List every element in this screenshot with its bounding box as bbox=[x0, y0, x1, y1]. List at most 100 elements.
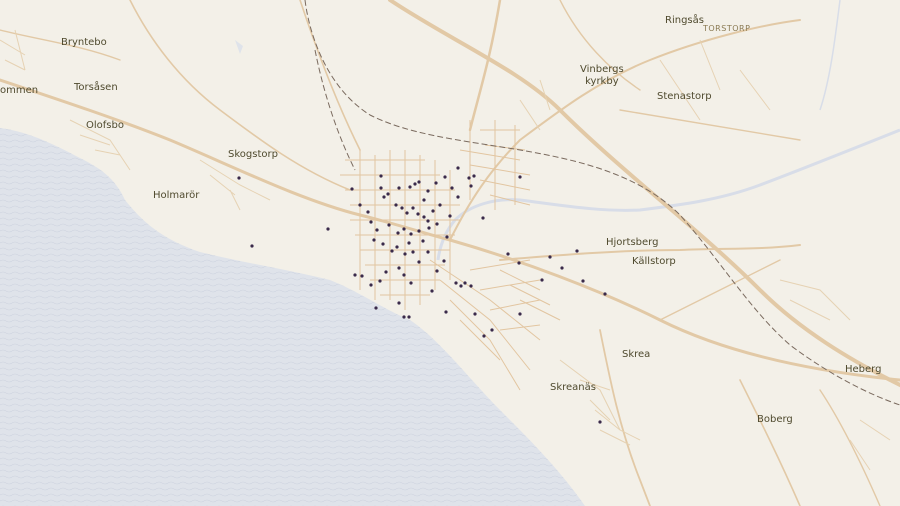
poi-marker[interactable] bbox=[378, 279, 382, 283]
poi-marker[interactable] bbox=[350, 187, 354, 191]
poi-marker[interactable] bbox=[426, 219, 430, 223]
poi-marker[interactable] bbox=[375, 228, 379, 232]
poi-marker[interactable] bbox=[407, 315, 411, 319]
poi-marker[interactable] bbox=[454, 281, 458, 285]
poi-marker[interactable] bbox=[482, 334, 486, 338]
poi-marker[interactable] bbox=[435, 269, 439, 273]
poi-marker[interactable] bbox=[250, 244, 254, 248]
poi-marker[interactable] bbox=[402, 227, 406, 231]
poi-marker[interactable] bbox=[369, 220, 373, 224]
place-label-skogstorp[interactable]: Skogstorp bbox=[228, 149, 278, 161]
poi-marker[interactable] bbox=[427, 226, 431, 230]
place-label-ringsas[interactable]: Ringsås bbox=[665, 15, 704, 27]
poi-marker[interactable] bbox=[438, 203, 442, 207]
poi-marker[interactable] bbox=[421, 239, 425, 243]
place-label-torsasen[interactable]: Torsåsen bbox=[74, 82, 118, 94]
poi-marker[interactable] bbox=[430, 289, 434, 293]
place-label-olofsbo[interactable]: Olofsbo bbox=[86, 120, 124, 132]
poi-marker[interactable] bbox=[326, 227, 330, 231]
poi-marker[interactable] bbox=[490, 328, 494, 332]
poi-marker[interactable] bbox=[408, 185, 412, 189]
poi-marker[interactable] bbox=[442, 259, 446, 263]
poi-marker[interactable] bbox=[417, 229, 421, 233]
poi-marker[interactable] bbox=[575, 249, 579, 253]
poi-marker[interactable] bbox=[445, 235, 449, 239]
poi-marker[interactable] bbox=[581, 279, 585, 283]
poi-marker[interactable] bbox=[358, 203, 362, 207]
poi-marker[interactable] bbox=[402, 273, 406, 277]
poi-marker[interactable] bbox=[396, 231, 400, 235]
poi-marker[interactable] bbox=[435, 222, 439, 226]
poi-marker[interactable] bbox=[517, 261, 521, 265]
poi-marker[interactable] bbox=[403, 252, 407, 256]
poi-marker[interactable] bbox=[422, 198, 426, 202]
poi-marker[interactable] bbox=[353, 273, 357, 277]
poi-marker[interactable] bbox=[369, 283, 373, 287]
poi-marker[interactable] bbox=[548, 255, 552, 259]
poi-marker[interactable] bbox=[540, 278, 544, 282]
poi-marker[interactable] bbox=[379, 186, 383, 190]
poi-marker[interactable] bbox=[560, 266, 564, 270]
poi-marker[interactable] bbox=[386, 192, 390, 196]
poi-marker[interactable] bbox=[382, 195, 386, 199]
poi-marker[interactable] bbox=[598, 420, 602, 424]
poi-marker[interactable] bbox=[467, 176, 471, 180]
place-label-ommen[interactable]: ommen bbox=[0, 85, 38, 97]
poi-marker[interactable] bbox=[411, 250, 415, 254]
poi-marker[interactable] bbox=[397, 301, 401, 305]
poi-marker[interactable] bbox=[379, 174, 383, 178]
poi-marker[interactable] bbox=[384, 270, 388, 274]
place-label-skreanas[interactable]: Skreanäs bbox=[550, 382, 596, 394]
poi-marker[interactable] bbox=[472, 174, 476, 178]
poi-marker[interactable] bbox=[400, 206, 404, 210]
poi-marker[interactable] bbox=[469, 184, 473, 188]
poi-marker[interactable] bbox=[411, 206, 415, 210]
poi-marker[interactable] bbox=[394, 203, 398, 207]
place-label-skrea[interactable]: Skrea bbox=[622, 349, 650, 361]
poi-marker[interactable] bbox=[413, 182, 417, 186]
place-label-vinbergs-kyrkby[interactable]: Vinbergs kyrkby bbox=[580, 64, 624, 88]
poi-marker[interactable] bbox=[518, 175, 522, 179]
map-canvas[interactable]: Bryntebo ommen Torsåsen Olofsbo Skogstor… bbox=[0, 0, 900, 506]
place-label-boberg[interactable]: Boberg bbox=[757, 414, 793, 426]
poi-marker[interactable] bbox=[422, 215, 426, 219]
poi-marker[interactable] bbox=[397, 186, 401, 190]
poi-marker[interactable] bbox=[426, 189, 430, 193]
poi-marker[interactable] bbox=[360, 274, 364, 278]
place-label-hjortsberg[interactable]: Hjortsberg bbox=[606, 237, 658, 249]
place-label-torstorp[interactable]: TORSTORP bbox=[703, 23, 750, 35]
poi-marker[interactable] bbox=[444, 310, 448, 314]
poi-marker[interactable] bbox=[469, 284, 473, 288]
place-label-holmaror[interactable]: Holmarör bbox=[153, 190, 199, 202]
poi-marker[interactable] bbox=[374, 306, 378, 310]
poi-marker[interactable] bbox=[409, 281, 413, 285]
place-label-kallstorp[interactable]: Källstorp bbox=[632, 256, 676, 268]
poi-marker[interactable] bbox=[431, 209, 435, 213]
poi-marker[interactable] bbox=[456, 166, 460, 170]
poi-marker[interactable] bbox=[481, 216, 485, 220]
poi-marker[interactable] bbox=[405, 211, 409, 215]
poi-marker[interactable] bbox=[407, 241, 411, 245]
poi-marker[interactable] bbox=[426, 250, 430, 254]
poi-marker[interactable] bbox=[450, 186, 454, 190]
poi-marker[interactable] bbox=[434, 181, 438, 185]
poi-marker[interactable] bbox=[237, 176, 241, 180]
place-label-stenastorp[interactable]: Stenastorp bbox=[657, 91, 712, 103]
poi-marker[interactable] bbox=[390, 249, 394, 253]
poi-marker[interactable] bbox=[448, 214, 452, 218]
poi-marker[interactable] bbox=[459, 284, 463, 288]
place-label-bryntebo[interactable]: Bryntebo bbox=[61, 37, 107, 49]
poi-marker[interactable] bbox=[506, 252, 510, 256]
poi-marker[interactable] bbox=[473, 312, 477, 316]
poi-marker[interactable] bbox=[381, 242, 385, 246]
poi-marker[interactable] bbox=[603, 292, 607, 296]
place-label-heberg[interactable]: Heberg bbox=[845, 364, 881, 376]
poi-marker[interactable] bbox=[395, 245, 399, 249]
poi-marker[interactable] bbox=[387, 223, 391, 227]
poi-marker[interactable] bbox=[402, 315, 406, 319]
poi-marker[interactable] bbox=[397, 266, 401, 270]
poi-marker[interactable] bbox=[518, 312, 522, 316]
poi-marker[interactable] bbox=[417, 260, 421, 264]
poi-marker[interactable] bbox=[409, 232, 413, 236]
poi-marker[interactable] bbox=[463, 281, 467, 285]
